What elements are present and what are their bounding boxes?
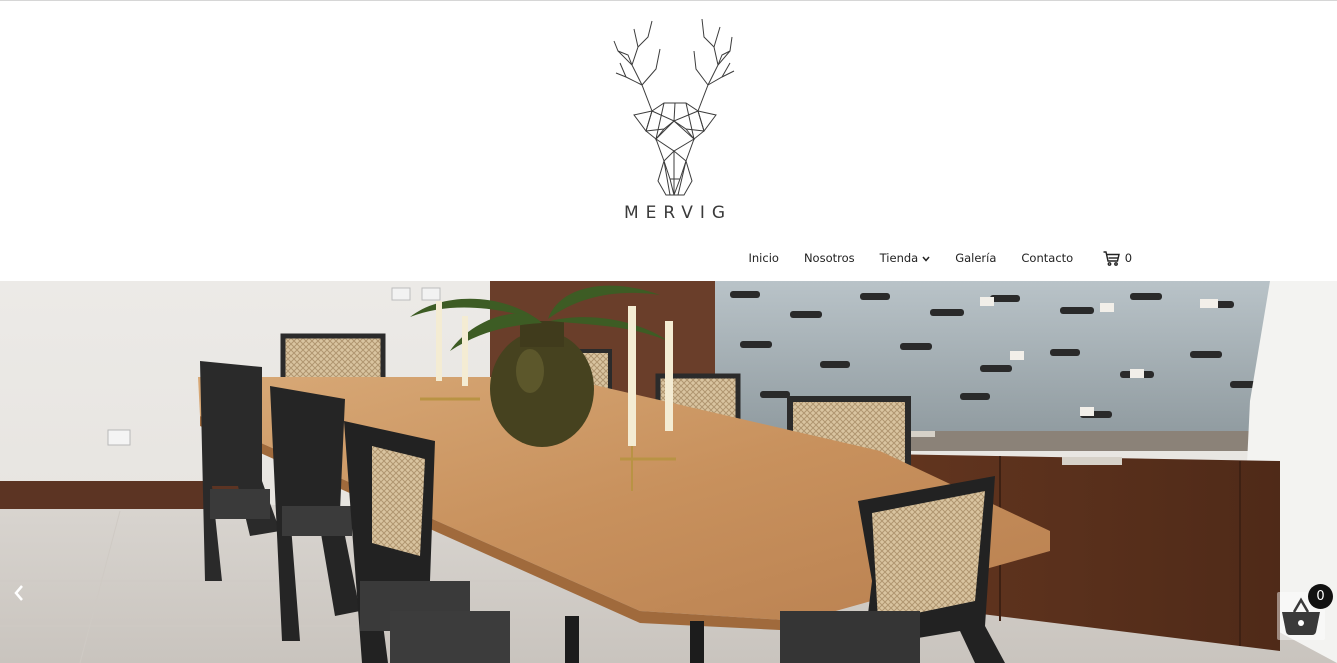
chevron-down-icon xyxy=(922,251,930,265)
cart-icon xyxy=(1103,250,1120,266)
slider-prev-button[interactable] xyxy=(8,580,30,606)
main-nav: Inicio Nosotros Tienda Galería Contacto … xyxy=(736,246,1132,270)
site-logo[interactable]: MERVIG xyxy=(608,11,742,227)
nav-item-tienda-label: Tienda xyxy=(879,251,919,265)
cart-link[interactable]: 0 xyxy=(1103,250,1133,266)
dining-room-photo xyxy=(0,281,1337,663)
nav-item-contacto[interactable]: Contacto xyxy=(1021,251,1073,265)
chevron-left-icon xyxy=(14,585,23,601)
hero-slider xyxy=(0,281,1337,663)
geometric-deer-head-icon xyxy=(613,18,735,196)
cart-count: 0 xyxy=(1124,251,1133,265)
basket-count-badge: 0 xyxy=(1308,584,1333,609)
nav-item-tienda[interactable]: Tienda xyxy=(880,251,931,265)
nav-item-galeria[interactable]: Galería xyxy=(955,251,996,265)
nav-item-nosotros[interactable]: Nosotros xyxy=(804,251,855,265)
site-header: MERVIG Inicio Nosotros Tienda Galería Co… xyxy=(0,1,1337,281)
nav-item-inicio[interactable]: Inicio xyxy=(749,251,779,265)
brand-name: MERVIG xyxy=(623,203,733,223)
